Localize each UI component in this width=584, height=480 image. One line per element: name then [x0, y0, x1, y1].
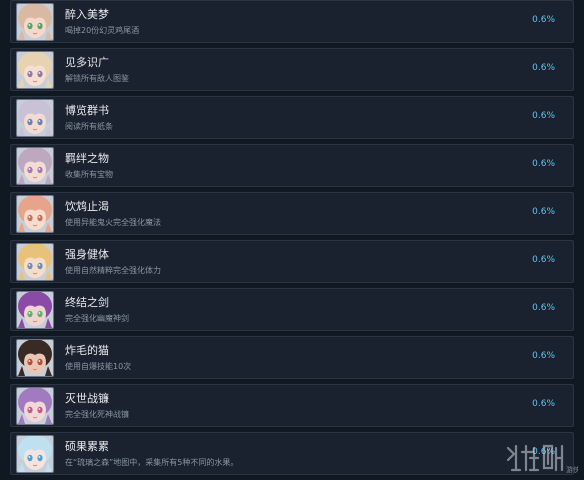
achievement-title: 见多识广: [65, 56, 109, 69]
girl-golden-hair-avatar-icon: [16, 243, 54, 281]
girl-lilac-avatar-icon: [16, 147, 54, 185]
achievement-row[interactable]: 终结之剑完全强化幽魔神剑 0.6%: [10, 288, 574, 331]
achievement-row[interactable]: 强身健体使用自然精粹完全强化体力 0.6%: [10, 240, 574, 283]
achievement-description: 使用异能鬼火完全强化魔法: [65, 218, 161, 227]
unlock-percentage: 0.6%: [532, 111, 555, 121]
achievement-description: 完全强化死神战镰: [65, 410, 129, 419]
achievement-description: 喝掉20份幻灵鸡尾酒: [65, 26, 140, 35]
achievement-title: 灭世战镰: [65, 392, 109, 405]
girl-pink-hair-avatar-icon: [16, 195, 54, 233]
unlock-percentage: 0.6%: [532, 15, 555, 25]
achievement-description: 完全强化幽魔神剑: [65, 314, 129, 323]
achievement-title: 饮鸩止渴: [65, 200, 109, 213]
achievement-title: 硕果累累: [65, 440, 109, 453]
girl-dark-hair-avatar-icon: [16, 339, 54, 377]
girl-light-blue-hair-avatar-icon: [16, 435, 54, 473]
girl-green-eyes-avatar-icon: [16, 3, 54, 41]
achievement-title: 终结之剑: [65, 296, 109, 309]
unlock-percentage: 0.6%: [532, 159, 555, 169]
achievement-description: 收集所有宝物: [65, 170, 113, 179]
watermark-text: 游侠网: [566, 465, 578, 474]
achievement-title: 强身健体: [65, 248, 109, 261]
achievement-title: 炸毛的猫: [65, 344, 109, 357]
girl-silver-bow-avatar-icon: [16, 99, 54, 137]
achievement-description: 阅读所有纸条: [65, 122, 113, 131]
unlock-percentage: 0.6%: [532, 63, 555, 73]
achievement-row[interactable]: 见多识广解锁所有敌人图鉴 0.6%: [10, 48, 574, 91]
site-logo-watermark-icon: 游侠网: [504, 440, 584, 474]
unlock-percentage: 0.6%: [532, 351, 555, 361]
achievement-title: 醉入美梦: [65, 8, 109, 21]
achievement-row[interactable]: 饮鸩止渴使用异能鬼火完全强化魔法 0.6%: [10, 192, 574, 235]
girl-violet-hair-avatar-icon: [16, 387, 54, 425]
girl-blonde-avatar-icon: [16, 51, 54, 89]
achievement-list: 醉入美梦 喝掉20份幻灵鸡尾酒 0.6% 见多识广 解锁所有敌人图鉴 0.6% 博览群书 阅读…: [0, 0, 584, 480]
achievement-description: 解锁所有敌人图鉴: [65, 74, 129, 83]
achievement-row[interactable]: 羁绊之物收集所有宝物 0.6%: [10, 144, 574, 187]
achievement-row[interactable]: 灭世战镰完全强化死神战镰 0.6%: [10, 384, 574, 427]
achievement-row[interactable]: 博览群书阅读所有纸条 0.6%: [10, 96, 574, 139]
achievement-row[interactable]: 醉入美梦喝掉20份幻灵鸡尾酒 0.6%: [10, 0, 574, 43]
achievement-title: 博览群书: [65, 104, 109, 117]
unlock-percentage: 0.6%: [532, 255, 555, 265]
unlock-percentage: 0.6%: [532, 303, 555, 313]
unlock-percentage: 0.6%: [532, 399, 555, 409]
achievement-description: 使用自然精粹完全强化体力: [65, 266, 161, 275]
achievement-title: 羁绊之物: [65, 152, 109, 165]
girl-purple-hair-avatar-icon: [16, 291, 54, 329]
achievement-description: 在“琉璃之森”地图中，采集所有5种不同的水果。: [65, 458, 239, 467]
achievement-description: 使用自爆技能10次: [65, 362, 132, 371]
unlock-percentage: 0.6%: [532, 207, 555, 217]
achievement-row[interactable]: 硕果累累 在“琉璃之森”地图中，采集所有5种不同的水果。 0.6%: [10, 432, 574, 475]
achievement-row[interactable]: 炸毛的猫使用自爆技能10次 0.6%: [10, 336, 574, 379]
